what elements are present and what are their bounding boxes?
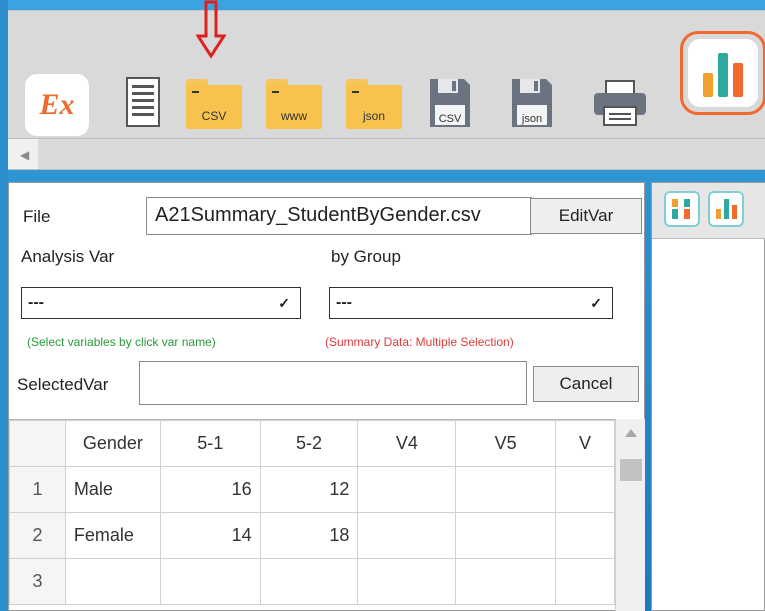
- folder-json-icon[interactable]: json: [346, 79, 402, 129]
- folder-www-label: www: [281, 109, 307, 123]
- toolbar: Ex CSV www json CSV json: [8, 10, 765, 138]
- grid-header-row: Gender 5-1 5-2 V4 V5 V: [9, 420, 615, 467]
- by-group-label: by Group: [331, 247, 401, 266]
- save-json-label: json: [521, 113, 543, 125]
- column-header[interactable]: 5-2: [259, 420, 359, 467]
- column-header[interactable]: Gender: [64, 420, 161, 467]
- ex-logo-icon[interactable]: Ex: [25, 74, 89, 136]
- chart-toolbar: [652, 183, 765, 239]
- grid-cell[interactable]: [159, 558, 261, 605]
- grid-cell[interactable]: [64, 558, 161, 605]
- grid-cell[interactable]: [259, 558, 359, 605]
- hint-summary-data: (Summary Data: Multiple Selection): [325, 335, 514, 349]
- printer-icon[interactable]: [592, 79, 648, 127]
- by-group-value: ---: [336, 294, 352, 311]
- table-row: 2 Female 14 18: [9, 512, 615, 559]
- row-number: 3: [9, 558, 66, 605]
- folder-json-label: json: [362, 109, 385, 123]
- corner-cell: [9, 420, 66, 467]
- column-header[interactable]: V5: [455, 420, 557, 467]
- data-grid: Gender 5-1 5-2 V4 V5 V 1 Male 16 12 2 Fe…: [9, 419, 615, 611]
- chevron-down-icon: ✓: [590, 295, 602, 311]
- vertical-scrollbar[interactable]: [615, 419, 645, 611]
- scroll-left-icon[interactable]: ◀: [20, 148, 29, 162]
- column-header[interactable]: 5-1: [159, 420, 261, 467]
- file-label: File: [23, 207, 51, 226]
- folder-csv-icon[interactable]: CSV: [186, 79, 242, 129]
- grid-cell[interactable]: [555, 558, 615, 605]
- horizontal-scrollbar[interactable]: ◀: [8, 138, 765, 170]
- grid-cell[interactable]: 16: [159, 466, 261, 513]
- bar-chart-button[interactable]: [680, 31, 765, 115]
- chevron-down-icon: ✓: [278, 295, 290, 311]
- grid-cell[interactable]: [455, 512, 557, 559]
- grid-cell[interactable]: [555, 466, 615, 513]
- grid-cell[interactable]: 18: [259, 512, 359, 559]
- analysis-var-label: Analysis Var: [21, 247, 115, 266]
- column-header[interactable]: V4: [357, 420, 457, 467]
- analysis-var-value: ---: [28, 294, 44, 311]
- grouped-bar-icon[interactable]: [664, 191, 700, 227]
- grid-cell[interactable]: Male: [64, 466, 161, 513]
- grid-cell[interactable]: [455, 558, 557, 605]
- by-group-select[interactable]: --- ✓: [329, 287, 613, 319]
- data-panel: File A21Summary_StudentByGender.csv Edit…: [8, 182, 645, 611]
- scroll-thumb[interactable]: [620, 459, 642, 481]
- grid-cell[interactable]: [455, 466, 557, 513]
- grid-cell[interactable]: [357, 512, 457, 559]
- save-json-icon[interactable]: json: [510, 77, 554, 129]
- column-header[interactable]: V: [555, 420, 615, 467]
- table-row: 3: [9, 558, 615, 605]
- row-number: 1: [9, 466, 66, 513]
- analysis-var-select[interactable]: --- ✓: [21, 287, 301, 319]
- grid-cell[interactable]: 12: [259, 466, 359, 513]
- file-name-field[interactable]: A21Summary_StudentByGender.csv: [146, 197, 532, 235]
- save-csv-icon[interactable]: CSV: [428, 77, 472, 129]
- chart-panel: [651, 182, 765, 611]
- grid-cell[interactable]: 14: [159, 512, 261, 559]
- folder-csv-label: CSV: [201, 109, 227, 123]
- arrow-down-icon: [196, 0, 226, 59]
- row-number: 2: [9, 512, 66, 559]
- hint-select-vars: (Select variables by click var name): [27, 335, 216, 349]
- document-icon[interactable]: [126, 77, 160, 127]
- table-row: 1 Male 16 12: [9, 466, 615, 513]
- bar-chart-icon: [703, 53, 743, 97]
- cancel-button[interactable]: Cancel: [533, 366, 639, 402]
- scroll-up-icon[interactable]: [625, 429, 637, 437]
- folder-www-icon[interactable]: www: [266, 79, 322, 129]
- selectedvar-field[interactable]: [139, 361, 527, 405]
- grid-cell[interactable]: Female: [64, 512, 161, 559]
- bar-chart-small-icon[interactable]: [708, 191, 744, 227]
- grid-cell[interactable]: [357, 466, 457, 513]
- grid-cell[interactable]: [357, 558, 457, 605]
- selectedvar-label: SelectedVar: [17, 375, 109, 394]
- grid-cell[interactable]: [555, 512, 615, 559]
- editvar-button[interactable]: EditVar: [530, 198, 642, 234]
- save-csv-label: CSV: [438, 113, 462, 125]
- window-frame: [0, 0, 8, 611]
